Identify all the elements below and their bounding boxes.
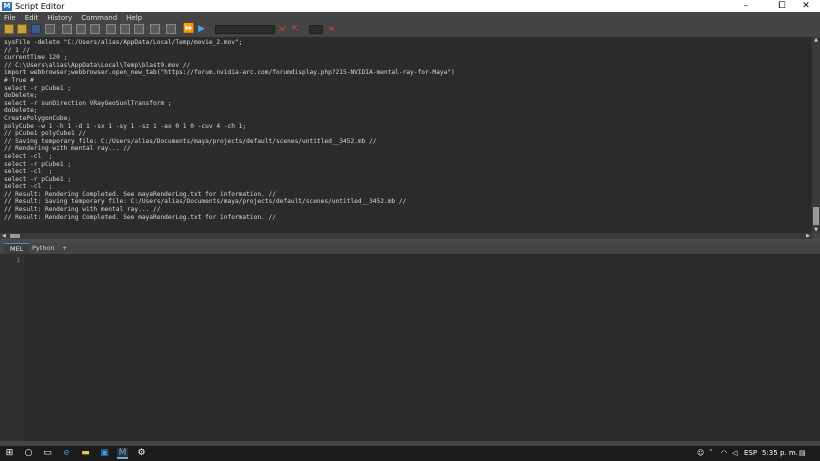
input-language[interactable]: ESP bbox=[744, 449, 757, 458]
menu-help[interactable]: Help bbox=[126, 14, 142, 22]
history-line: // Rendering with mental ray... // bbox=[4, 145, 131, 153]
task-view-icon[interactable]: ▭ bbox=[42, 448, 53, 459]
scroll-thumb[interactable] bbox=[813, 207, 819, 225]
clear-history-icon[interactable] bbox=[106, 24, 116, 34]
window-title: Script Editor bbox=[15, 1, 65, 11]
history-line: select -r pCube1 ; bbox=[4, 84, 72, 92]
clock-time[interactable]: 5:35 p. m. bbox=[762, 449, 798, 458]
history-line: select -r pCube1 ; bbox=[4, 175, 72, 183]
line-number-gutter: 1 bbox=[0, 254, 24, 441]
history-line: currentTime 120 ; bbox=[4, 54, 68, 62]
open-script-icon[interactable] bbox=[4, 24, 14, 34]
history-vertical-scrollbar[interactable]: ▲ ▼ bbox=[812, 37, 820, 233]
history-line: // Result: Rendering Completed. See maya… bbox=[4, 190, 276, 198]
search-down-icon[interactable]: ⇲ bbox=[278, 24, 285, 35]
start-windows-icon[interactable]: ⊞ bbox=[4, 448, 15, 459]
file-explorer-icon[interactable]: ▬ bbox=[80, 448, 91, 459]
history-output-pane[interactable]: sysFile -delete "C:/Users/alias/AppData/… bbox=[0, 37, 812, 233]
toolbar: ⏩ ▶ ⇲ ⇱ ≡ bbox=[0, 23, 820, 36]
title-bar: M Script Editor – ⧠ ✕ bbox=[0, 0, 820, 12]
maya-app-icon: M bbox=[2, 1, 12, 11]
history-line: // C:\Users\alias\AppData\Local\Temp\bla… bbox=[4, 61, 191, 69]
menu-edit[interactable]: Edit bbox=[25, 14, 39, 22]
clear-input-icon[interactable] bbox=[120, 24, 130, 34]
clear-all-icon[interactable] bbox=[134, 24, 144, 34]
windows-taskbar: ⊞ ○ ▭ e ▬ ▣ M ⚙ ☺ ˄ ◠ ◁ ESP 5:35 p. m. ▤ bbox=[0, 446, 820, 461]
history-line: doDelete; bbox=[4, 92, 38, 100]
line-number: 1 bbox=[16, 257, 20, 264]
menu-bar: File Edit History Command Help bbox=[0, 12, 820, 23]
maya-taskbar-icon[interactable]: M bbox=[117, 448, 128, 459]
script-input-pane[interactable]: 1 bbox=[0, 254, 820, 441]
add-tab-button[interactable]: + bbox=[56, 243, 73, 254]
scroll-down-icon[interactable]: ▼ bbox=[812, 227, 820, 233]
tray-chevron-icon[interactable]: ˄ bbox=[709, 449, 713, 458]
menu-file[interactable]: File bbox=[4, 14, 16, 22]
settings-gear-icon[interactable]: ⚙ bbox=[136, 448, 147, 459]
history-line: // Result: Rendering Completed. See maya… bbox=[4, 213, 276, 221]
history-line: import webbrowser;webbrowser.open_new_ta… bbox=[4, 69, 455, 77]
edge-browser-icon[interactable]: e bbox=[61, 448, 72, 459]
goto-line-field[interactable] bbox=[309, 25, 323, 34]
search-circle-icon[interactable]: ○ bbox=[23, 448, 34, 459]
history-line: select -r sunDirection VRayGeoSunlTransf… bbox=[4, 99, 172, 107]
history-line: // Result: Rendering with mental ray... … bbox=[4, 206, 161, 214]
history-line: select -cl ; bbox=[4, 183, 53, 191]
show-line-numbers-icon[interactable] bbox=[76, 24, 86, 34]
hscroll-thumb[interactable] bbox=[10, 234, 20, 238]
save-script-icon[interactable] bbox=[31, 24, 41, 34]
save-to-shelf-icon[interactable] bbox=[45, 24, 55, 34]
indent-icon[interactable]: ≡ bbox=[328, 24, 335, 35]
search-up-icon[interactable]: ⇱ bbox=[292, 24, 299, 35]
history-line: select -cl ; bbox=[4, 152, 53, 160]
show-input-only-icon[interactable] bbox=[166, 24, 176, 34]
minimize-button[interactable]: – bbox=[732, 0, 760, 12]
wifi-icon[interactable]: ◠ bbox=[721, 449, 727, 458]
history-line: // Result: Saving temporary file: C:/Use… bbox=[4, 198, 407, 206]
photoshop-icon[interactable]: ▣ bbox=[99, 448, 110, 459]
execute-all-icon[interactable]: ⏩ bbox=[183, 24, 194, 34]
menu-history[interactable]: History bbox=[47, 14, 72, 22]
history-line: # True # bbox=[4, 76, 34, 84]
history-line: // 1 // bbox=[4, 46, 31, 54]
scroll-up-icon[interactable]: ▲ bbox=[812, 37, 820, 43]
show-stack-trace-icon[interactable] bbox=[90, 24, 100, 34]
history-line: sysFile -delete "C:/Users/alias/AppData/… bbox=[4, 39, 243, 46]
history-line: // Saving temporary file: C:/Users/alias… bbox=[4, 137, 377, 145]
history-line: select -r pCube1 ; bbox=[4, 160, 72, 168]
volume-icon[interactable]: ◁ bbox=[732, 449, 737, 458]
execute-icon[interactable]: ▶ bbox=[198, 24, 208, 34]
echo-all-commands-icon[interactable] bbox=[62, 24, 72, 34]
search-field[interactable] bbox=[215, 25, 275, 34]
source-script-icon[interactable] bbox=[17, 24, 27, 34]
history-line: doDelete; bbox=[4, 107, 38, 115]
history-line: CreatePolygonCube; bbox=[4, 114, 72, 122]
history-line: // pCube1 polyCube1 // bbox=[4, 130, 86, 138]
notifications-icon[interactable]: ▤ bbox=[799, 449, 806, 458]
menu-command[interactable]: Command bbox=[81, 14, 117, 22]
show-history-only-icon[interactable] bbox=[150, 24, 160, 34]
script-tabs: MEL Python + bbox=[0, 243, 820, 254]
close-button[interactable]: ✕ bbox=[792, 0, 820, 12]
people-icon[interactable]: ☺ bbox=[697, 449, 704, 458]
history-line: select -cl ; bbox=[4, 168, 53, 176]
history-line: polyCube -w 1 -h 1 -d 1 -sx 1 -sy 1 -sz … bbox=[4, 122, 247, 130]
